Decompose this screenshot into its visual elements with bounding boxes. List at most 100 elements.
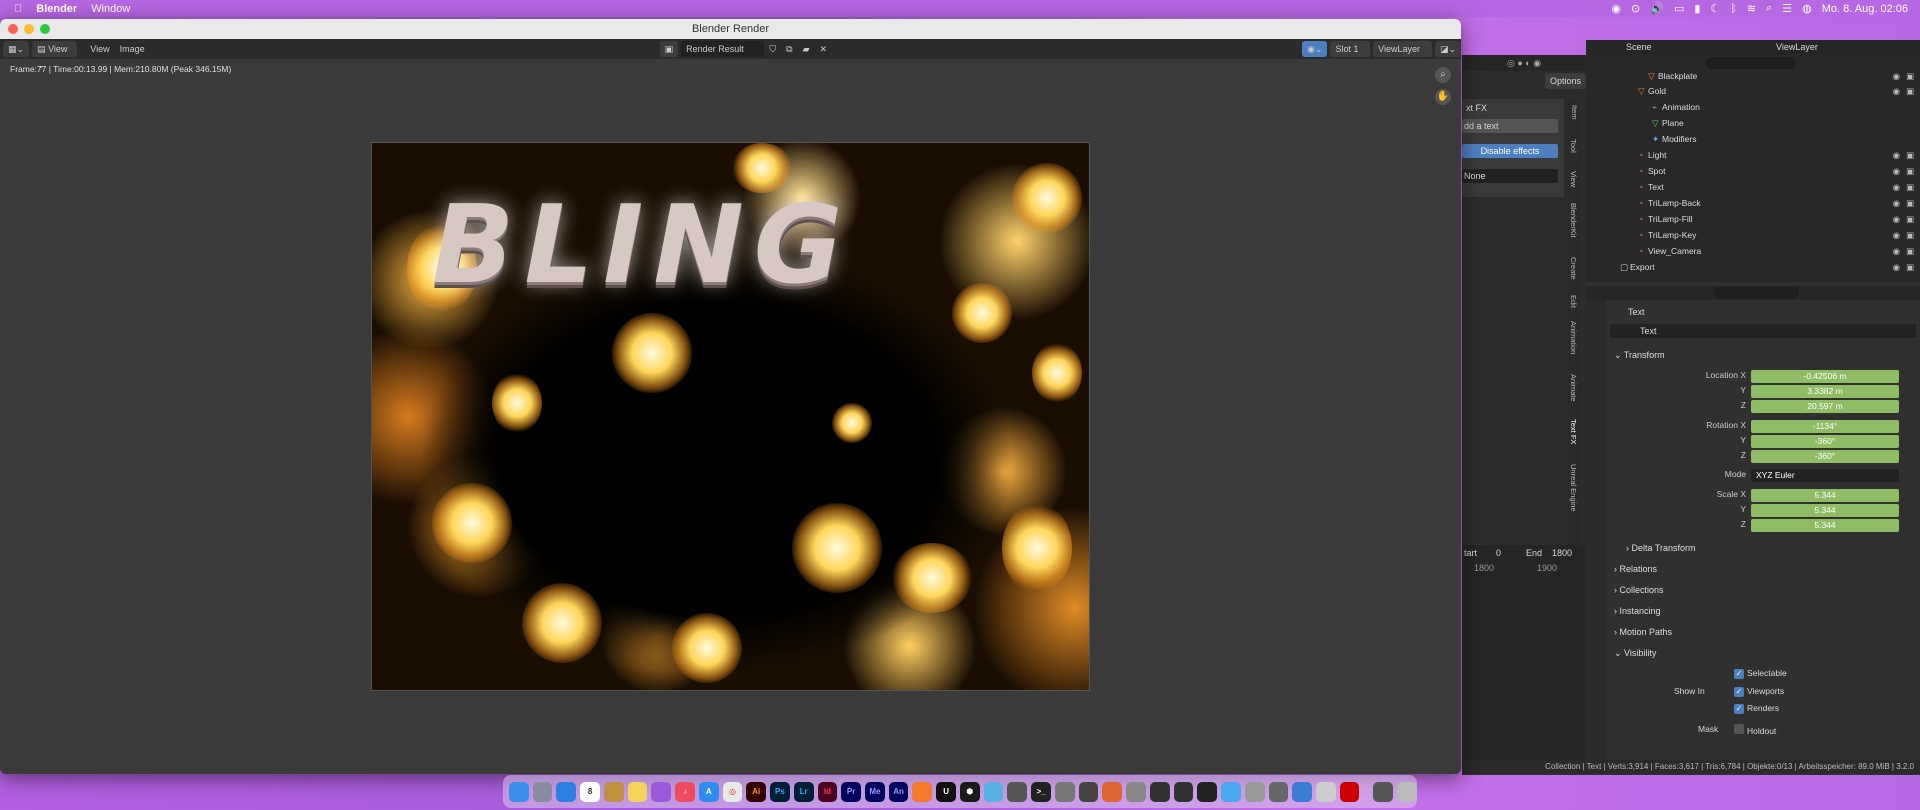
app-icon-7[interactable] <box>1149 781 1170 802</box>
tab-unreal-engine[interactable]: Unreal Engine <box>1569 464 1578 512</box>
scene-selector[interactable]: Scene <box>1626 42 1652 52</box>
outliner-item-trilamp-back[interactable]: ◔ TriLamp-Back ◉ ▣ <box>1586 196 1920 211</box>
app-cube-icon[interactable]: ⬢ <box>959 781 980 802</box>
viewports-checkbox[interactable]: ✓ Viewports <box>1734 686 1784 697</box>
outliner-item-light[interactable]: ◔ Light ◉ ▣ <box>1586 148 1920 163</box>
section-delta-transform[interactable]: › Delta Transform <box>1626 543 1696 553</box>
outliner-item-animation[interactable]: ⌁ Animation <box>1586 100 1920 115</box>
menu-view[interactable]: View <box>85 41 114 57</box>
outliner-item-modifiers[interactable]: ✦ Modifiers <box>1586 132 1920 147</box>
outliner-item-spot[interactable]: ◔ Spot ◉ ▣ <box>1586 164 1920 179</box>
music-icon[interactable]: ♪ <box>675 781 695 802</box>
rotation-y-field[interactable]: -360° <box>1751 435 1899 448</box>
outliner-item-plane[interactable]: ▽ Plane <box>1586 116 1920 131</box>
duplicate-icon[interactable]: ⧉ <box>781 41 797 57</box>
pan-hand-icon[interactable]: ✋ <box>1435 89 1451 105</box>
outliner-search-input[interactable] <box>1706 57 1796 69</box>
outliner-item-export[interactable]: ▢ Export ◉ ▣ <box>1586 260 1920 275</box>
pass-dropdown-icon[interactable]: ◪⌄ <box>1434 41 1461 57</box>
media-encoder-icon[interactable]: Me <box>865 781 885 802</box>
search-icon[interactable]: ⌕ <box>1766 2 1772 15</box>
apple-icon[interactable]:  <box>14 3 22 15</box>
section-visibility[interactable]: ⌄ Visibility <box>1614 648 1656 659</box>
tab-blenderkit[interactable]: BlenderKit <box>1569 203 1578 238</box>
tab-edit[interactable]: Edit <box>1569 295 1578 308</box>
section-relations[interactable]: › Relations <box>1614 564 1657 574</box>
tab-create[interactable]: Create <box>1569 257 1578 280</box>
calendar-icon[interactable]: 8 <box>580 781 600 802</box>
render-result-field[interactable]: Render Result <box>681 41 765 57</box>
illustrator-icon[interactable]: Ai <box>746 781 767 802</box>
control-center-icon[interactable]: ☰ <box>1782 2 1792 15</box>
app-icon-6[interactable] <box>1102 781 1123 802</box>
status-icon-1[interactable]: ◉ <box>1611 2 1621 15</box>
wifi-icon[interactable]: ≋ <box>1747 2 1756 15</box>
lightroom-icon[interactable]: Lr <box>793 781 814 802</box>
viewlayer-selector[interactable]: ViewLayer <box>1776 42 1818 52</box>
unreal-icon[interactable]: U <box>936 781 956 802</box>
photoshop-icon[interactable]: Ps <box>770 781 790 802</box>
timeline[interactable]: tart 0 End 1800 1800 1900 <box>1462 545 1586 760</box>
scale-z-field[interactable]: 5.344 <box>1751 519 1899 532</box>
terminal-icon[interactable]: >_ <box>1031 781 1051 802</box>
editor-type-icon[interactable]: ▦⌄ <box>3 41 30 57</box>
tab-animate[interactable]: Animate <box>1569 374 1578 402</box>
tab-view[interactable]: View <box>1569 171 1578 187</box>
rotation-x-field[interactable]: -1134° <box>1751 420 1899 433</box>
open-folder-icon[interactable]: ▰ <box>798 41 815 57</box>
section-instancing[interactable]: › Instancing <box>1614 606 1661 616</box>
preview-icon[interactable] <box>1315 781 1336 802</box>
outliner-item-view-camera[interactable]: ◔ View_Camera ◉ ▣ <box>1586 244 1920 259</box>
menu-image[interactable]: Image <box>115 41 150 57</box>
app-icon-5[interactable] <box>1078 781 1099 802</box>
app-icon-9[interactable] <box>1197 781 1218 802</box>
renders-checkbox[interactable]: ✓ Renders <box>1734 703 1779 714</box>
finder-icon[interactable] <box>509 781 529 802</box>
battery-icon[interactable]: ▮ <box>1694 2 1700 15</box>
app-icon-8[interactable] <box>1173 781 1194 802</box>
scale-x-field[interactable]: 5.344 <box>1751 489 1899 502</box>
indesign-icon[interactable]: Id <box>817 781 838 802</box>
app-icon-3[interactable] <box>1007 781 1028 802</box>
location-y-field[interactable]: 3.3382 m <box>1751 385 1899 398</box>
bluetooth-icon[interactable]: ᛒ <box>1730 3 1737 15</box>
shading-icons[interactable]: ◎ ● ◐ ◉ <box>1507 58 1541 69</box>
acrobat-icon[interactable] <box>1339 781 1360 802</box>
slot-dropdown[interactable]: Slot 1 <box>1330 41 1371 57</box>
image-browse-icon[interactable]: ▣ <box>659 41 679 57</box>
trash-icon[interactable] <box>1397 781 1417 802</box>
fake-user-icon[interactable]: ⛉ <box>764 41 781 57</box>
launchpad-icon[interactable] <box>532 781 553 802</box>
timeline-start-value[interactable]: 0 <box>1496 548 1501 558</box>
scale-y-field[interactable]: 5.344 <box>1751 504 1899 517</box>
section-motion-paths[interactable]: › Motion Paths <box>1614 627 1672 637</box>
app-store-icon[interactable]: A <box>698 781 719 802</box>
outliner-item-blackplate[interactable]: ▽ Blackplate ◉ ▣ <box>1586 69 1920 84</box>
effect-none-dropdown[interactable]: None <box>1462 169 1558 183</box>
menubar-datetime[interactable]: Mo. 8. Aug. 02:06 <box>1822 3 1908 15</box>
tab-animation[interactable]: Animation <box>1569 321 1578 354</box>
object-name-field[interactable]: Text <box>1610 324 1916 338</box>
close-image-icon[interactable]: ✕ <box>815 41 833 57</box>
rotation-z-field[interactable]: -360° <box>1751 450 1899 463</box>
calculator-icon[interactable] <box>1126 781 1146 802</box>
siri-icon[interactable]: ◍ <box>1802 2 1812 15</box>
section-transform[interactable]: ⌄ Transform <box>1614 350 1665 361</box>
display-icon[interactable]: ▭ <box>1674 2 1684 15</box>
viewlayer-dropdown[interactable]: ViewLayer <box>1373 41 1432 57</box>
animate-icon[interactable]: An <box>888 781 909 802</box>
properties-tabs[interactable] <box>1586 300 1606 766</box>
volume-icon[interactable]: 🔊 <box>1650 2 1664 15</box>
premiere-icon[interactable]: Pr <box>841 781 862 802</box>
chrome-icon[interactable]: ◎ <box>722 781 743 802</box>
app-icon-12[interactable] <box>1268 781 1289 802</box>
status-icon-2[interactable]: ⊙ <box>1631 2 1640 15</box>
close-window-button[interactable] <box>8 24 18 34</box>
app-icon-2[interactable] <box>983 781 1004 802</box>
rotation-mode-dropdown[interactable]: XYZ Euler <box>1751 469 1899 482</box>
outliner-item-gold[interactable]: ▽ Gold ◉ ▣ <box>1586 84 1920 99</box>
tab-item[interactable]: Item <box>1569 105 1579 120</box>
options-button[interactable]: Options <box>1545 73 1587 89</box>
minimize-window-button[interactable] <box>24 24 34 34</box>
blender-icon[interactable] <box>912 781 933 802</box>
